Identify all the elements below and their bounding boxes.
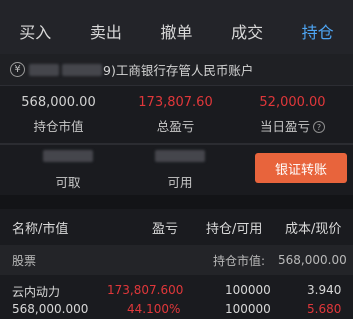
table-row[interactable]: 云内动力 568,000.000 173,807.600 44.100% 100… [0, 277, 353, 319]
tab-sell[interactable]: 卖出 [71, 8, 142, 54]
total-pl-summary: 173,807.60 总盈亏 [117, 86, 234, 143]
stock-price: 5.680 [307, 302, 342, 316]
tab-buy[interactable]: 买入 [0, 8, 71, 54]
header-name-value: 名称/市值 [12, 221, 69, 237]
funds-panel: 可取 可用 银证转账 [0, 145, 353, 195]
account-name: 9)工商银行存管人民币账户 [103, 63, 254, 78]
market-value-label: 持仓市值 [33, 118, 84, 134]
total-pl-label: 总盈亏 [156, 118, 195, 134]
stock-pl: 173,807.600 [107, 283, 184, 297]
tab-cancel[interactable]: 撤单 [141, 8, 212, 54]
today-pl-label: 当日盈亏? [260, 116, 325, 135]
stock-available: 100000 [225, 302, 271, 316]
stock-cost: 3.940 [307, 283, 342, 297]
stock-market-value: 568,000.000 [12, 302, 89, 316]
tab-deals[interactable]: 成交 [212, 8, 283, 54]
summary-panel: 568,000.00 持仓市值 173,807.60 总盈亏 52,000.00… [0, 86, 353, 143]
header-position: 持仓/可用 [206, 221, 263, 237]
header-cost-price: 成本/现价 [285, 221, 342, 237]
currency-icon: ¥ [10, 62, 25, 77]
today-pl-summary: 52,000.00 当日盈亏? [234, 86, 351, 143]
positions-table-header: 名称/市值 盈亏 持仓/可用 成本/现价 [0, 209, 353, 245]
available-label: 可用 [167, 174, 193, 190]
today-pl-label-text: 当日盈亏 [259, 118, 310, 134]
group-market-value-label: 持仓市值: [213, 253, 266, 268]
section-gap [0, 195, 353, 209]
masked-withdrawable-amount [43, 149, 93, 162]
market-value-summary: 568,000.00 持仓市值 [0, 86, 117, 143]
total-pl-amount: 173,807.60 [138, 94, 213, 110]
bank-transfer-button[interactable]: 银证转账 [255, 153, 347, 183]
stock-position: 100000 [225, 283, 271, 297]
withdrawable-funds: 可取 [18, 145, 118, 195]
header-pl: 盈亏 [152, 221, 179, 237]
masked-account-number-2 [62, 63, 102, 76]
group-label: 股票 [12, 253, 37, 268]
tab-positions[interactable]: 持仓 [282, 8, 353, 54]
stock-group-header: 股票 持仓市值: 568,000.00 [0, 245, 353, 275]
account-selector[interactable]: ¥ 9)工商银行存管人民币账户 [0, 54, 353, 86]
available-funds: 可用 [130, 145, 230, 195]
stock-pl-pct: 44.100% [127, 302, 181, 316]
withdrawable-label: 可取 [55, 174, 81, 190]
group-market-value: 568,000.00 [278, 253, 347, 267]
market-value-amount: 568,000.00 [21, 94, 96, 110]
masked-available-amount [155, 149, 205, 162]
status-strip [0, 0, 353, 8]
today-pl-amount: 52,000.00 [259, 94, 326, 110]
masked-account-number [29, 63, 59, 76]
help-icon[interactable]: ? [313, 121, 325, 133]
trade-tabs: 买入 卖出 撤单 成交 持仓 [0, 8, 353, 54]
stock-name: 云内动力 [12, 285, 61, 299]
